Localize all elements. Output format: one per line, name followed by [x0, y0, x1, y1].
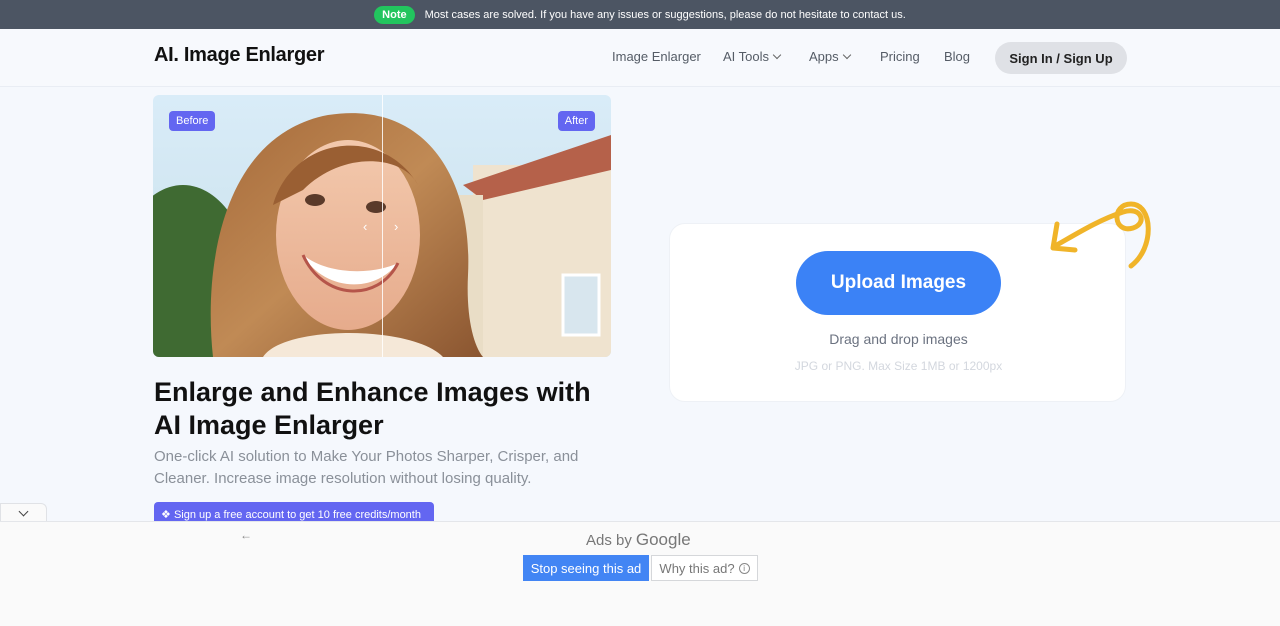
why-this-ad-button[interactable]: Why this ad? i — [651, 555, 758, 581]
slider-left-arrow[interactable]: ‹ — [363, 219, 367, 234]
site-logo[interactable]: AI. Image Enlarger — [154, 44, 325, 67]
nav-pricing[interactable]: Pricing — [880, 49, 920, 64]
before-tag: Before — [169, 111, 216, 131]
ad-collapse-toggle[interactable] — [0, 503, 47, 523]
hero-subtitle: One-click AI solution to Make Your Photo… — [154, 448, 579, 487]
upload-hint: JPG or PNG. Max Size 1MB or 1200px — [794, 359, 1003, 373]
promo-text: Sign up a free account to get 10 free cr… — [173, 509, 421, 521]
ads-by-google-label: Ads by Google — [586, 530, 691, 549]
before-after-slider[interactable]: ‹ › Before After — [153, 95, 611, 357]
nav-image-enlarger[interactable]: Image Enlarger — [612, 49, 701, 64]
slider-divider[interactable] — [382, 95, 383, 357]
after-tag: After — [557, 111, 595, 131]
signin-button[interactable]: Sign In / Sign Up — [995, 42, 1127, 74]
notice-message: Most cases are solved. If you have any i… — [424, 8, 906, 21]
drag-drop-text: Drag and drop images — [829, 331, 968, 347]
google-logo: Google — [635, 530, 691, 549]
slider-right-arrow[interactable]: › — [394, 219, 398, 234]
stop-seeing-ad-button[interactable]: Stop seeing this ad — [523, 555, 649, 581]
site-header: AI. Image Enlarger Image Enlarger AI Too… — [0, 29, 1280, 87]
chevron-down-icon — [772, 50, 782, 59]
nav-apps[interactable]: Apps — [809, 49, 851, 64]
chevron-down-icon — [842, 50, 851, 59]
info-icon: i — [738, 562, 750, 574]
curly-arrow-icon — [1050, 201, 1151, 269]
note-badge: Note — [374, 5, 415, 24]
back-arrow-icon[interactable]: ← — [240, 528, 252, 542]
ad-container: ← Ads by Google Stop seeing this ad Why … — [0, 521, 1280, 626]
nav-blog[interactable]: Blog — [944, 49, 970, 64]
layers-icon: ❖ — [161, 509, 171, 521]
hero-headline: Enlarge and Enhance Images with AI Image… — [154, 377, 591, 440]
notice-bar: Note Most cases are solved. If you have … — [0, 0, 1280, 29]
nav-ai-tools[interactable]: AI Tools — [723, 49, 782, 64]
chevron-down-icon — [18, 506, 29, 517]
upload-images-button[interactable]: Upload Images — [796, 251, 1001, 315]
